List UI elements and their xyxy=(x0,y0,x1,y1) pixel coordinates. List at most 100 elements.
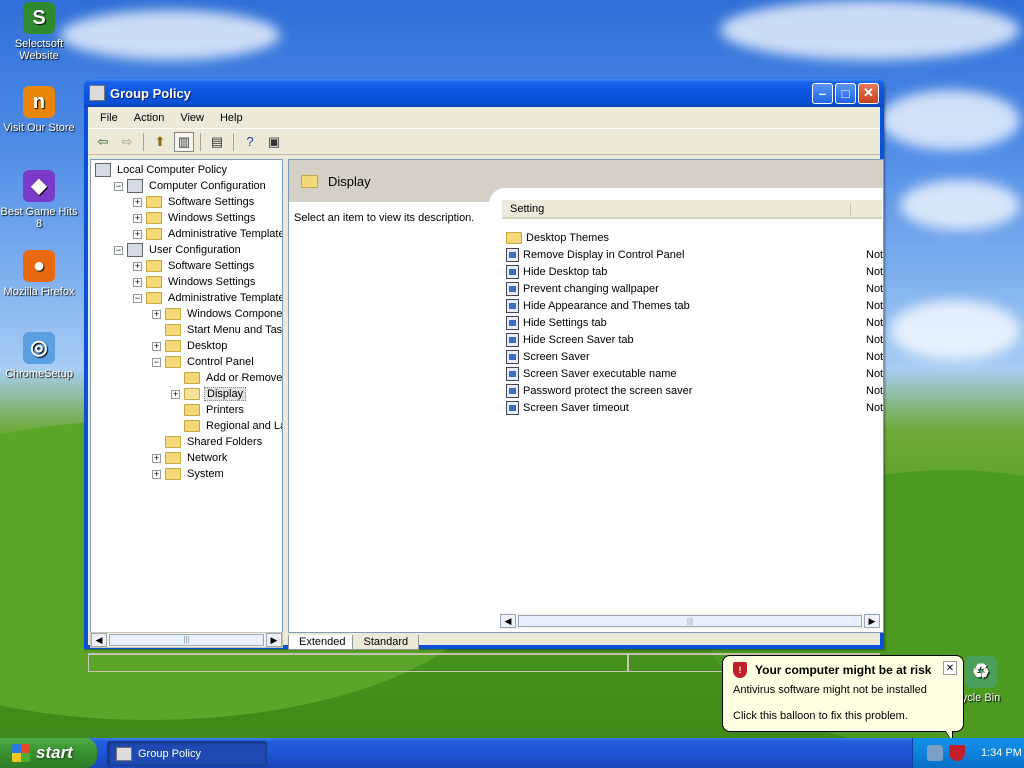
column-header-setting[interactable]: Setting xyxy=(502,200,882,219)
setting-row[interactable]: Remove Display in Control Panel Not xyxy=(506,246,884,263)
scroll-thumb[interactable]: ||| xyxy=(109,634,264,646)
tree-node-label: Windows Settings xyxy=(168,212,256,224)
tree-horizontal-scrollbar[interactable]: ◀ ||| ▶ xyxy=(90,632,283,648)
tree-node-label: Software Settings xyxy=(168,196,255,208)
setting-row[interactable]: Screen Saver Not xyxy=(506,348,883,365)
expand-icon[interactable]: + xyxy=(171,389,180,399)
desktop-icon[interactable]: n Visit Our Store xyxy=(0,86,78,134)
collapse-icon[interactable]: − xyxy=(133,293,142,303)
setting-row[interactable]: Screen Saver executable name Not xyxy=(506,365,883,382)
details-pane: Display Select an item to view its descr… xyxy=(288,159,884,633)
tree-node[interactable]: Start Menu and Taskba xyxy=(152,322,282,338)
desktop-icon-label: Mozilla Firefox xyxy=(3,286,75,298)
tree-node[interactable]: + System xyxy=(152,466,226,482)
help-icon[interactable]: ? xyxy=(240,132,260,152)
collapse-icon[interactable]: − xyxy=(114,181,123,191)
toolbar: ⇦ ⇨ ⬆ ▥ ▤ ? ▣ xyxy=(88,129,880,155)
show-hide-tree-icon[interactable]: ▥ xyxy=(174,131,194,152)
menu-file[interactable]: File xyxy=(92,110,126,126)
tree-node[interactable]: + Desktop xyxy=(152,338,229,354)
maximize-button[interactable]: □ xyxy=(835,82,856,104)
desktop-icon[interactable]: ● Mozilla Firefox xyxy=(0,250,78,298)
details-horizontal-scrollbar[interactable]: ◀ ||| ▶ xyxy=(500,613,880,629)
tab-extended[interactable]: Extended xyxy=(288,635,357,650)
tree-node[interactable]: − Administrative Templates xyxy=(133,290,282,306)
tree-node[interactable]: + Software Settings xyxy=(133,258,256,274)
setting-row[interactable]: Prevent changing wallpaper Not xyxy=(506,280,883,297)
network-icon[interactable] xyxy=(927,745,943,761)
scroll-right-icon[interactable]: ▶ xyxy=(266,633,282,647)
scroll-left-icon[interactable]: ◀ xyxy=(500,614,516,628)
column-divider[interactable] xyxy=(850,203,851,216)
expand-icon[interactable]: + xyxy=(152,309,161,319)
setting-row[interactable]: Desktop Themes xyxy=(506,229,883,246)
tree-node[interactable]: Printers xyxy=(171,402,246,418)
tree-node[interactable]: − Computer Configuration xyxy=(114,178,268,194)
scroll-right-icon[interactable]: ▶ xyxy=(864,614,880,628)
taskbar-button-group-policy[interactable]: Group Policy xyxy=(107,741,267,766)
tree-node[interactable]: − User Configuration xyxy=(114,242,243,258)
tree-node[interactable]: + Windows Settings xyxy=(133,210,257,226)
tab-standard[interactable]: Standard xyxy=(352,635,420,650)
tree-node[interactable]: Local Computer Policy xyxy=(95,162,229,178)
collapse-icon[interactable]: − xyxy=(152,357,161,367)
expand-icon[interactable]: + xyxy=(152,453,161,463)
tree-node[interactable]: Regional and Langu xyxy=(171,418,282,434)
setting-state: Not xyxy=(866,265,884,278)
setting-row[interactable]: Hide Desktop tab Not xyxy=(506,263,884,280)
scroll-left-icon[interactable]: ◀ xyxy=(91,633,107,647)
setting-row[interactable]: Hide Appearance and Themes tab Not xyxy=(506,297,883,314)
expand-icon[interactable]: + xyxy=(152,469,161,479)
expand-icon[interactable]: + xyxy=(133,261,142,271)
desktop-icon[interactable]: S Selectsoft Website xyxy=(0,2,78,62)
tree-node[interactable]: + Software Settings xyxy=(133,194,256,210)
tree-node[interactable]: Add or Remove Pro xyxy=(171,370,282,386)
show-hide-action-pane-icon[interactable]: ▣ xyxy=(264,132,284,152)
balloon-close-button[interactable]: ✕ xyxy=(943,661,957,675)
title-bar[interactable]: Group Policy – □ ✕ xyxy=(84,79,884,107)
expand-icon[interactable]: + xyxy=(133,197,142,207)
export-list-icon[interactable]: ▤ xyxy=(207,132,227,152)
desktop-icon[interactable]: ◎ ChromeSetup xyxy=(0,332,78,380)
setting-row[interactable]: Screen Saver timeout Not xyxy=(506,399,883,416)
tree-node[interactable]: Shared Folders xyxy=(152,434,264,450)
close-button[interactable]: ✕ xyxy=(858,82,879,104)
up-folder-icon[interactable]: ⬆ xyxy=(150,132,170,152)
collapse-icon[interactable]: − xyxy=(114,245,123,255)
desktop-icon-label: Selectsoft Website xyxy=(14,38,64,62)
policy-setting-icon xyxy=(506,264,519,279)
tree-node-label: System xyxy=(187,468,224,480)
tree-pane[interactable]: Local Computer Policy − Computer Configura… xyxy=(90,159,283,633)
start-button[interactable]: start xyxy=(0,738,97,768)
tree-node[interactable]: + Administrative Templates xyxy=(133,226,282,242)
security-balloon[interactable]: ! Your computer might be at risk ✕ Antiv… xyxy=(722,655,964,743)
expand-icon[interactable]: + xyxy=(133,213,142,223)
desktop-icon[interactable]: ◆ Best Game Hits 8 xyxy=(0,170,78,230)
expand-icon[interactable]: + xyxy=(133,277,142,287)
security-center-icon[interactable] xyxy=(949,745,965,761)
minimize-button[interactable]: – xyxy=(812,82,833,104)
expand-icon[interactable]: + xyxy=(133,229,142,239)
menu-view[interactable]: View xyxy=(172,110,212,126)
folder-icon xyxy=(165,452,181,464)
menu-action[interactable]: Action xyxy=(126,110,173,126)
setting-state: Not xyxy=(866,248,884,261)
clock[interactable]: 1:34 PM xyxy=(981,747,1022,759)
setting-name: Hide Appearance and Themes tab xyxy=(523,299,690,312)
tree-node[interactable]: − Control Panel xyxy=(152,354,256,370)
tree-node[interactable]: + Network xyxy=(152,450,229,466)
setting-row[interactable]: Hide Settings tab Not xyxy=(506,314,883,331)
tree-node[interactable]: + Windows Components xyxy=(152,306,282,322)
tree-node[interactable]: + Windows Settings xyxy=(133,274,257,290)
back-arrow-icon[interactable]: ⇦ xyxy=(93,132,113,152)
menu-help[interactable]: Help xyxy=(212,110,251,126)
expand-icon[interactable]: + xyxy=(152,341,161,351)
status-pane-1 xyxy=(88,654,628,672)
setting-name: Hide Screen Saver tab xyxy=(523,333,634,346)
forward-arrow-icon[interactable]: ⇨ xyxy=(117,132,137,152)
setting-row[interactable]: Hide Screen Saver tab Not xyxy=(506,331,883,348)
scroll-thumb[interactable]: ||| xyxy=(518,615,862,627)
tree-node[interactable]: + Display xyxy=(171,386,247,402)
start-label: start xyxy=(36,743,73,762)
setting-row[interactable]: Password protect the screen saver Not xyxy=(506,382,883,399)
